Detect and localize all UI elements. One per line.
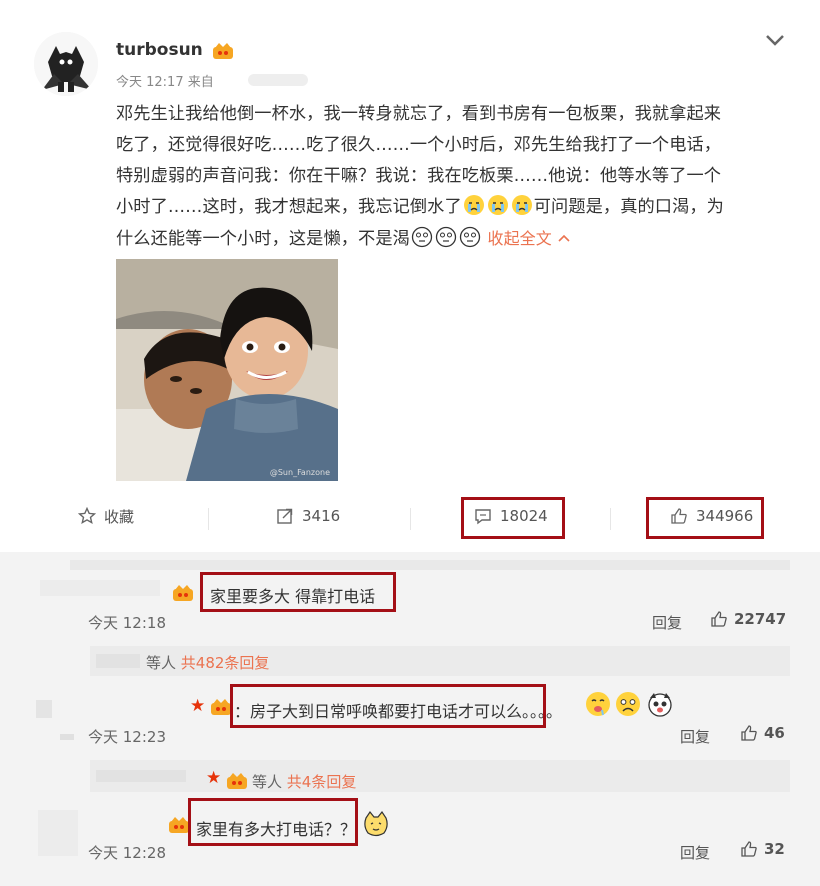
blurred-mark — [60, 734, 74, 740]
vip-crown-icon — [173, 585, 193, 601]
sub-replies-count[interactable]: 共482条回复 — [181, 654, 270, 672]
post-photo[interactable]: @Sun_Fanzone — [116, 259, 338, 481]
reply-button[interactable]: 回复 — [680, 726, 710, 747]
sub-replies-who: 等人 — [252, 773, 283, 791]
username[interactable]: turbosun — [116, 40, 203, 60]
star-outline-icon — [78, 507, 96, 525]
star-badge-icon: ★ — [206, 768, 222, 788]
post-line: 吃了，还觉得很好吃……吃了很久……一个小时后，邓先生给我打了一个电话， — [116, 135, 722, 155]
source-redacted — [248, 74, 308, 86]
redacted-avatar — [38, 810, 78, 856]
highlight-box-comment-count — [461, 497, 565, 539]
blurred-row — [70, 560, 790, 570]
post-line: 特别虚弱的声音问我：你在干嘛？我说：我在吃板栗……他说：他等水等了一个 — [116, 166, 722, 186]
repost-button[interactable]: 3416 — [276, 496, 340, 536]
divider — [610, 508, 611, 530]
post-line-4b-text: 可问题是，真的口渴，为 — [533, 197, 724, 217]
dizzy-emoji-icon — [435, 226, 457, 248]
post-line-6: 什么还能等一个小时，这是懒，不是渴 收起全文 — [116, 223, 796, 255]
comment-time: 今天 12:28 — [88, 844, 166, 862]
thumbs-up-icon — [711, 611, 727, 627]
post-time: 今天 12:17 来自 — [116, 75, 214, 90]
cry-emoji-icon — [511, 195, 532, 215]
redacted-avatar — [36, 700, 52, 718]
vip-crown-icon — [169, 817, 189, 833]
comment-like-button[interactable]: 22747 — [710, 610, 786, 628]
cat-emoji-icon — [364, 810, 388, 837]
reply-button[interactable]: 回复 — [652, 612, 682, 633]
sub-replies-who: 等人 — [146, 654, 177, 672]
post-line-6-text: 什么还能等一个小时，这是懒，不是渴 — [116, 229, 410, 249]
thumbs-up-icon — [741, 841, 757, 857]
vip-crown-icon — [227, 773, 247, 789]
favorite-label: 收藏 — [104, 507, 135, 526]
vip-crown-icon — [211, 699, 231, 715]
star-badge-icon: ★ — [190, 696, 206, 716]
post-line: 邓先生让我给他倒一杯水，我一转身就忘了，看到书房有一包板栗，我就拿起来 — [116, 104, 722, 124]
divider — [208, 508, 209, 530]
highlight-box-comment-2 — [230, 684, 546, 728]
highlight-box-comment-1 — [200, 572, 396, 612]
sad-emoji-icon — [616, 692, 640, 716]
weibo-post: turbosun 今天 12:17 来自 邓先生让我给他倒一杯水，我一转身就忘了… — [0, 0, 820, 548]
sub-replies-count[interactable]: 共4条回复 — [287, 773, 357, 791]
comment-like-count: 22747 — [734, 610, 787, 628]
comment-like-count: 46 — [764, 724, 785, 742]
comment-time: 今天 12:23 — [88, 728, 166, 746]
dog-emoji-icon — [648, 693, 672, 717]
comments-section: 家里要多大 得靠打电话 今天 12:18 回复 22747 等人 共482条回复… — [0, 552, 820, 886]
post-line-4-text: 小时了……这时，我才想起来，我忘记倒水了 — [116, 197, 462, 217]
vip-crown-icon — [213, 43, 233, 59]
redacted-username — [96, 654, 140, 668]
post-text: 邓先生让我给他倒一杯水，我一转身就忘了，看到书房有一包板栗，我就拿起来 吃了，还… — [116, 99, 796, 255]
comment-like-count: 32 — [764, 840, 785, 858]
dizzy-emoji-icon — [411, 226, 433, 248]
thumbs-up-icon — [741, 725, 757, 741]
repost-icon — [277, 508, 293, 524]
comment-like-button[interactable]: 32 — [740, 840, 785, 858]
comment-time: 今天 12:18 — [88, 614, 166, 632]
reply-button[interactable]: 回复 — [680, 842, 710, 863]
chevron-down-icon[interactable] — [764, 32, 786, 48]
drool-emoji-icon — [586, 692, 610, 716]
post-line-4: 小时了……这时，我才想起来，我忘记倒水了 可问题是，真的口渴，为 — [116, 192, 796, 223]
highlight-box-comment-3 — [188, 798, 358, 846]
cry-emoji-icon — [487, 195, 508, 215]
divider — [410, 508, 411, 530]
highlight-box-like-count — [646, 497, 764, 539]
comment-like-button[interactable]: 46 — [740, 724, 785, 742]
repost-count: 3416 — [302, 507, 341, 525]
photo-watermark: @Sun_Fanzone — [269, 468, 330, 477]
cry-emoji-icon — [463, 195, 484, 215]
redacted-username — [40, 580, 160, 596]
favorite-button[interactable]: 收藏 — [78, 496, 134, 536]
chevron-up-icon[interactable] — [557, 233, 571, 243]
collapse-link[interactable]: 收起全文 — [487, 229, 551, 248]
redacted-username — [96, 770, 186, 782]
selfie-photo-image — [116, 259, 338, 481]
dizzy-emoji-icon — [459, 226, 481, 248]
sub-replies-label[interactable]: 等人 共482条回复 — [146, 652, 269, 673]
sub-replies-bar[interactable] — [90, 760, 790, 792]
batman-avatar-icon — [34, 32, 98, 96]
avatar[interactable] — [34, 32, 98, 96]
sub-replies-label[interactable]: 等人 共4条回复 — [252, 771, 356, 792]
